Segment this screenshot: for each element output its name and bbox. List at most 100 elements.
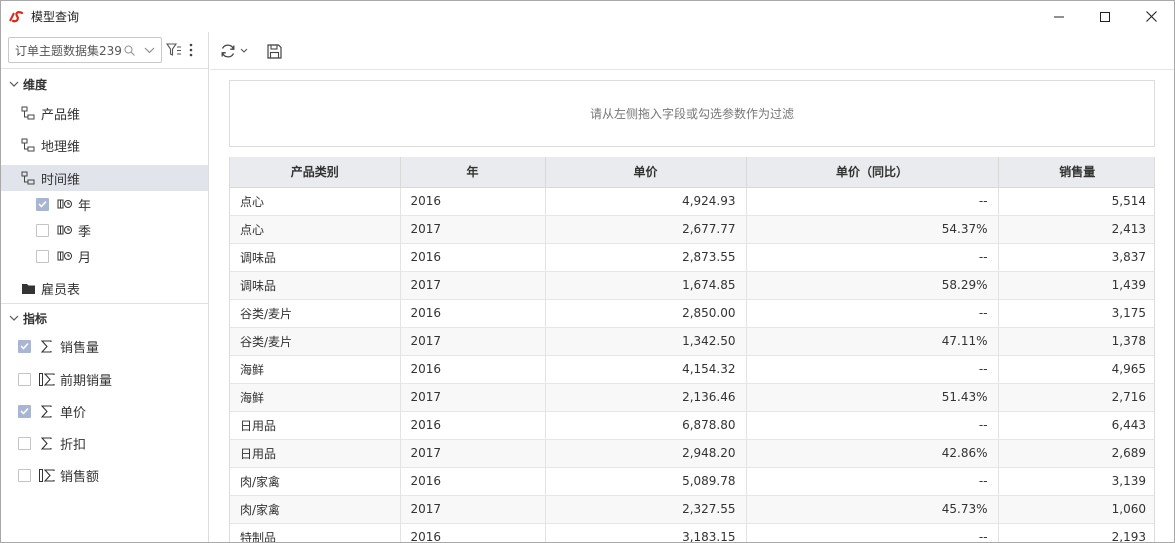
- table-row[interactable]: 点心 2017 2,677.77 54.37% 2,413: [230, 215, 1154, 244]
- column-header-product-category[interactable]: 产品类别: [230, 157, 401, 188]
- checkbox[interactable]: [36, 223, 49, 237]
- measures-section-label: 指标: [23, 311, 48, 326]
- cell-category: 肉/家禽: [230, 495, 401, 524]
- time-field-month[interactable]: 月: [1, 243, 208, 269]
- table-row[interactable]: 肉/家禽 2016 5,089.78 -- 3,139: [230, 467, 1154, 496]
- close-button[interactable]: [1128, 1, 1174, 32]
- column-header-sales-volume[interactable]: 销售量: [998, 157, 1154, 188]
- cell-category: 日用品: [230, 411, 401, 440]
- measure-label: 单价: [60, 405, 87, 421]
- measure-label: 销售量: [60, 340, 100, 356]
- cell-sales-volume: 1,378: [998, 327, 1154, 356]
- chevron-down-icon: [240, 48, 248, 53]
- calculated-sigma-icon: [39, 467, 55, 483]
- dimensions-section-header[interactable]: 维度: [1, 71, 208, 97]
- dimension-item-time[interactable]: 时间维: [1, 165, 208, 191]
- checkbox[interactable]: [36, 249, 49, 263]
- model-selector-bar: 订单主题数据集239: [1, 32, 208, 69]
- time-field-year[interactable]: 年: [1, 191, 208, 217]
- table-row[interactable]: 海鲜 2016 4,154.32 -- 4,965: [230, 355, 1154, 384]
- column-header-unit-price-yoy[interactable]: 单价（同比）: [746, 157, 999, 188]
- table-row[interactable]: 调味品 2017 1,674.85 58.29% 1,439: [230, 271, 1154, 300]
- save-button[interactable]: [267, 41, 282, 61]
- section-divider: [1, 303, 208, 304]
- cell-category: 调味品: [230, 271, 401, 300]
- more-options-button[interactable]: [185, 41, 197, 59]
- table-row[interactable]: 肉/家禽 2017 2,327.55 45.73% 1,060: [230, 495, 1154, 524]
- hierarchy-icon: [20, 137, 36, 153]
- filter-drop-area[interactable]: 请从左侧拖入字段或勾选参数作为过滤: [229, 80, 1155, 147]
- cell-category: 谷类/麦片: [230, 299, 401, 328]
- cell-unit-price: 2,327.55: [545, 495, 747, 524]
- cell-sales-volume: 1,439: [998, 271, 1154, 300]
- cell-sales-volume: 2,193: [998, 523, 1154, 542]
- cell-unit-price-yoy: 58.29%: [746, 271, 999, 300]
- checkbox[interactable]: [18, 339, 31, 353]
- cell-sales-volume: 3,837: [998, 243, 1154, 272]
- checkbox[interactable]: [18, 372, 31, 386]
- filter-button[interactable]: [165, 41, 183, 59]
- measure-item-unit-price[interactable]: 单价: [1, 398, 208, 424]
- measure-item-sales-volume[interactable]: 销售量: [1, 333, 208, 359]
- sigma-icon: [39, 338, 55, 354]
- table-row[interactable]: 谷类/麦片 2017 1,342.50 47.11% 1,378: [230, 327, 1154, 356]
- measure-item-sales-amount[interactable]: 销售额: [1, 462, 208, 488]
- cell-unit-price: 6,878.80: [545, 411, 747, 440]
- checkbox[interactable]: [18, 436, 31, 450]
- minimize-button[interactable]: [1036, 1, 1082, 32]
- column-header-year[interactable]: 年: [400, 157, 546, 188]
- hierarchy-icon: [20, 105, 36, 121]
- table-row[interactable]: 点心 2016 4,924.93 -- 5,514: [230, 187, 1154, 216]
- measure-item-discount[interactable]: 折扣: [1, 430, 208, 456]
- maximize-button[interactable]: [1082, 1, 1128, 32]
- table-item-employees[interactable]: 雇员表: [1, 275, 208, 301]
- model-sidebar: 订单主题数据集239 维度 产品维 地理维 时间维 年 季 月 雇员表 指标 销…: [1, 32, 209, 542]
- table-row[interactable]: 海鲜 2017 2,136.46 51.43% 2,716: [230, 383, 1154, 412]
- cell-unit-price-yoy: --: [746, 187, 999, 216]
- cell-unit-price: 3,183.15: [545, 523, 747, 542]
- cell-category: 谷类/麦片: [230, 327, 401, 356]
- close-icon: [1145, 11, 1157, 22]
- cell-sales-volume: 3,139: [998, 467, 1154, 496]
- table-row[interactable]: 调味品 2016 2,873.55 -- 3,837: [230, 243, 1154, 272]
- cell-unit-price: 2,677.77: [545, 215, 747, 244]
- dimension-item-product[interactable]: 产品维: [1, 100, 208, 126]
- model-select[interactable]: 订单主题数据集239: [8, 37, 162, 63]
- measures-section-header[interactable]: 指标: [1, 305, 208, 331]
- checkbox[interactable]: [18, 404, 31, 418]
- table-row[interactable]: 日用品 2016 6,878.80 -- 6,443: [230, 411, 1154, 440]
- cell-year: 2017: [400, 271, 546, 300]
- cell-year: 2016: [400, 523, 546, 542]
- measure-label: 折扣: [60, 437, 87, 453]
- cell-year: 2017: [400, 439, 546, 468]
- time-field-quarter[interactable]: 季: [1, 217, 208, 243]
- dimension-item-geography[interactable]: 地理维: [1, 132, 208, 158]
- cell-unit-price-yoy: --: [746, 523, 999, 542]
- refresh-dropdown-button[interactable]: [220, 41, 248, 61]
- cell-unit-price: 2,873.55: [545, 243, 747, 272]
- cell-unit-price-yoy: --: [746, 355, 999, 384]
- minimize-icon: [1054, 16, 1064, 17]
- table-row[interactable]: 特制品 2016 3,183.15 -- 2,193: [230, 523, 1154, 542]
- cell-unit-price: 2,850.00: [545, 299, 747, 328]
- checkbox[interactable]: [36, 197, 49, 211]
- time-field-label: 年: [78, 198, 92, 214]
- cell-unit-price-yoy: --: [746, 467, 999, 496]
- cell-year: 2016: [400, 299, 546, 328]
- cell-category: 特制品: [230, 523, 401, 542]
- table-row[interactable]: 日用品 2017 2,948.20 42.86% 2,689: [230, 439, 1154, 468]
- table-row[interactable]: 谷类/麦片 2016 2,850.00 -- 3,175: [230, 299, 1154, 328]
- chevron-down-icon: [141, 42, 157, 58]
- chevron-down-icon: [9, 313, 19, 323]
- cell-year: 2017: [400, 383, 546, 412]
- cell-year: 2016: [400, 355, 546, 384]
- checkbox[interactable]: [18, 468, 31, 482]
- cell-unit-price: 4,154.32: [545, 355, 747, 384]
- measure-label: 前期销量: [60, 373, 113, 389]
- measure-item-prior-sales[interactable]: 前期销量: [1, 366, 208, 392]
- date-field-icon: [57, 196, 73, 212]
- folder-icon: [20, 280, 36, 296]
- calculated-sigma-icon: [39, 371, 55, 387]
- cell-unit-price-yoy: 54.37%: [746, 215, 999, 244]
- column-header-unit-price[interactable]: 单价: [545, 157, 747, 188]
